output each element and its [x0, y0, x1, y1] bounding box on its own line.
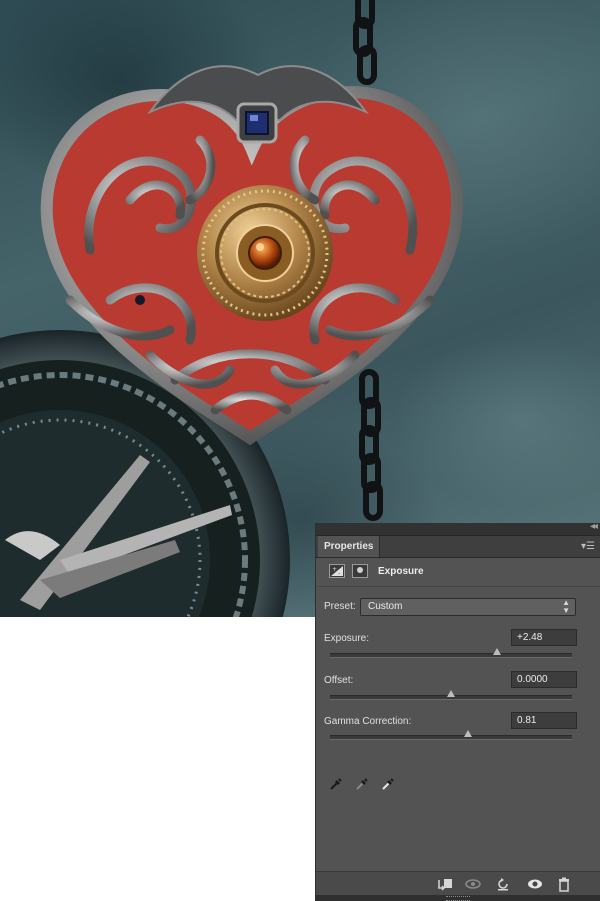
offset-input[interactable]: 0.0000 [511, 671, 577, 688]
offset-slider[interactable] [330, 690, 572, 700]
preset-dropdown[interactable]: Custom ▲ ▼ [360, 598, 576, 616]
gamma-correction-slider[interactable] [330, 730, 572, 740]
exposure-input[interactable]: +2.48 [511, 629, 577, 646]
adjustment-title-row: + - Exposure [316, 558, 600, 587]
collapse-arrows-icon[interactable]: ◂◂ [590, 521, 598, 532]
black-point-eyedropper-icon[interactable] [329, 777, 343, 791]
panel-collapse-bar[interactable]: ◂◂ [316, 521, 600, 536]
clip-to-layer-icon[interactable] [437, 876, 453, 892]
panel-menu-icon[interactable]: ▾☰ [581, 541, 595, 552]
view-previous-state-icon[interactable] [465, 876, 481, 892]
properties-panel: ◂◂ Properties ▾☰ + - Exposure Preset: Cu… [315, 521, 600, 901]
toggle-visibility-icon[interactable] [527, 876, 543, 892]
exposure-slider[interactable] [330, 648, 572, 658]
delete-icon[interactable] [556, 876, 572, 892]
reset-icon[interactable] [495, 876, 511, 892]
adjustment-title: Exposure [378, 566, 424, 577]
gray-point-eyedropper-icon[interactable] [355, 777, 369, 791]
gamma-correction-input[interactable]: 0.81 [511, 712, 577, 729]
dropdown-arrows-icon: ▲ ▼ [562, 598, 570, 615]
preset-row: Preset: Custom ▲ ▼ [316, 597, 600, 617]
exposure-label: Exposure: [324, 633, 370, 644]
tab-properties[interactable]: Properties [318, 536, 381, 557]
offset-label: Offset: [324, 675, 354, 686]
panel-bottom-toolbar [316, 871, 600, 896]
svg-text:-: - [338, 570, 340, 577]
gamma-correction-slider-thumb[interactable] [463, 730, 472, 737]
exposure-slider-thumb[interactable] [492, 648, 501, 655]
preset-label: Preset: [324, 601, 356, 612]
panel-resize-grip[interactable] [316, 895, 600, 901]
panel-tab-row: Properties ▾☰ [316, 536, 600, 558]
white-point-eyedropper-icon[interactable] [381, 777, 395, 791]
svg-text:+: + [332, 566, 337, 573]
offset-slider-thumb[interactable] [447, 690, 455, 697]
preset-value: Custom [368, 601, 403, 612]
layer-mask-icon[interactable] [352, 564, 368, 578]
exposure-adjustment-icon[interactable]: + - [329, 564, 345, 578]
gamma-correction-label: Gamma Correction: [324, 716, 412, 727]
